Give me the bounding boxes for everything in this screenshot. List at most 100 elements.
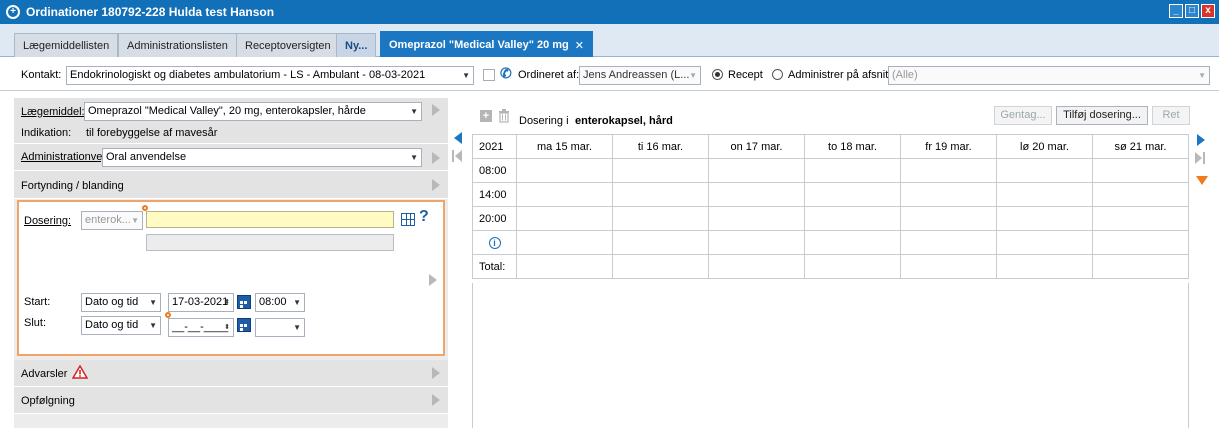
end-type-select[interactable]: Dato og tid ▼ <box>81 316 161 335</box>
repeat-button[interactable]: Gentag... <box>994 106 1052 125</box>
help-icon[interactable]: ? <box>419 208 429 226</box>
administer-select[interactable]: (Alle) ▼ <box>888 66 1210 85</box>
day-header: ti 16 mar. <box>612 134 709 159</box>
tab-close-icon[interactable]: ✕ <box>575 39 584 52</box>
dosage-input[interactable] <box>146 211 394 228</box>
expand-arrow-icon[interactable] <box>432 367 440 379</box>
dilution-section[interactable]: Fortynding / blanding <box>14 171 448 199</box>
expand-arrow-icon[interactable] <box>432 104 440 116</box>
next-week-icon[interactable] <box>1197 134 1205 146</box>
dose-cell[interactable] <box>708 206 805 231</box>
dose-cell[interactable] <box>612 182 709 207</box>
tab-receptoversigten[interactable]: Receptoversigten <box>236 33 340 57</box>
dose-cell[interactable] <box>996 182 1093 207</box>
dose-cell[interactable] <box>516 182 613 207</box>
total-cell <box>1092 254 1189 279</box>
stepper-icon[interactable]: ⬍ <box>224 319 230 336</box>
start-date-input[interactable]: 17-03-2021 ⬍ <box>168 293 234 312</box>
dosage-schedule-table: 2021 ma 15 mar. ti 16 mar. on 17 mar. to… <box>472 134 1189 279</box>
dose-cell[interactable] <box>804 158 901 183</box>
scroll-down-icon[interactable] <box>1196 176 1208 185</box>
dose-cell[interactable] <box>996 158 1093 183</box>
tab-new[interactable]: Ny... <box>336 33 377 57</box>
maximize-button[interactable]: □ <box>1185 4 1199 18</box>
dose-cell[interactable] <box>996 206 1093 231</box>
ordered-by-checkbox[interactable] <box>483 69 495 81</box>
dose-cell[interactable] <box>516 206 613 231</box>
tab-administrationslisten[interactable]: Administrationslisten <box>118 33 237 57</box>
recept-label: Recept <box>728 69 763 81</box>
indication-label: Indikation: <box>21 127 72 139</box>
dose-cell[interactable] <box>708 182 805 207</box>
tab-laegemiddellisten[interactable]: Lægemiddellisten <box>14 33 119 57</box>
info-icon[interactable]: i <box>488 236 501 249</box>
dose-cell[interactable] <box>1092 182 1189 207</box>
ordered-by-label: Ordineret af: <box>518 69 580 81</box>
dose-cell[interactable] <box>804 206 901 231</box>
chevron-down-icon: ▼ <box>1198 71 1206 80</box>
minimize-button[interactable]: _ <box>1169 4 1183 18</box>
prev-week-icon[interactable] <box>454 132 462 144</box>
time-cell: 14:00 <box>472 182 517 207</box>
total-cell <box>708 254 805 279</box>
calendar-icon[interactable] <box>237 295 251 309</box>
tab-omeprazol[interactable]: Omeprazol "Medical Valley" 20 mg ✕ <box>380 31 593 58</box>
dose-cell[interactable] <box>1092 158 1189 183</box>
contact-select[interactable]: Endokrinologiskt og diabetes ambulatoriu… <box>66 66 474 85</box>
dose-cell[interactable] <box>1092 206 1189 231</box>
add-icon[interactable]: + <box>480 110 492 122</box>
first-week-icon[interactable] <box>455 150 462 162</box>
stepper-icon[interactable]: ⬍ <box>224 294 230 311</box>
dose-cell[interactable] <box>612 158 709 183</box>
end-label: Slut: <box>24 317 47 329</box>
start-type-select[interactable]: Dato og tid ▼ <box>81 293 161 312</box>
window-titlebar: + Ordinationer 180792-228 Hulda test Han… <box>0 0 1219 24</box>
recept-radio[interactable] <box>712 69 723 80</box>
add-dosage-button[interactable]: Tilføj dosering... <box>1056 106 1148 125</box>
contact-value: Endokrinologiskt og diabetes ambulatoriu… <box>70 69 426 81</box>
dose-cell[interactable] <box>708 158 805 183</box>
start-time-select[interactable]: 08:00 ▼ <box>255 293 305 312</box>
window-controls: _ □ x <box>1169 4 1215 18</box>
dosage-unit-select[interactable]: enterok... ▼ <box>81 211 143 230</box>
total-label: Total: <box>472 254 517 279</box>
dose-cell[interactable] <box>900 158 997 183</box>
last-week-icon[interactable] <box>1195 152 1202 164</box>
dosage-grid-icon[interactable] <box>401 213 415 226</box>
total-cell <box>900 254 997 279</box>
total-cell <box>804 254 901 279</box>
dose-cell[interactable] <box>900 206 997 231</box>
close-button[interactable]: x <box>1201 4 1215 18</box>
warnings-section[interactable]: Advarsler <box>14 360 448 387</box>
expand-arrow-icon[interactable] <box>432 152 440 164</box>
info-dose-cell <box>996 230 1093 255</box>
admin-route-select[interactable]: Oral anvendelse ▼ <box>102 148 422 167</box>
calendar-icon[interactable] <box>237 318 251 332</box>
day-header: sø 21 mar. <box>1092 134 1189 159</box>
administer-radio[interactable] <box>772 69 783 80</box>
contact-label: Kontakt: <box>21 69 62 81</box>
dose-cell[interactable] <box>900 182 997 207</box>
followup-section[interactable]: Opfølgning <box>14 387 448 414</box>
info-dose-cell <box>516 230 613 255</box>
edit-button[interactable]: Ret <box>1152 106 1190 125</box>
end-time-select[interactable]: ▼ <box>255 318 305 337</box>
drug-select[interactable]: Omeprazol "Medical Valley", 20 mg, enter… <box>84 102 422 121</box>
trash-icon[interactable] <box>498 109 510 123</box>
last-week-bar-icon <box>1203 152 1205 164</box>
table-left-border <box>472 283 473 428</box>
expand-arrow-icon[interactable] <box>432 394 440 406</box>
day-header: lø 20 mar. <box>996 134 1093 159</box>
dose-cell[interactable] <box>516 158 613 183</box>
info-dose-cell <box>708 230 805 255</box>
expand-arrow-icon[interactable] <box>432 179 440 191</box>
dose-cell[interactable] <box>612 206 709 231</box>
tab-label: Receptoversigten <box>245 39 331 52</box>
ordered-by-select[interactable]: Jens Andreassen (L... ▼ <box>579 66 701 85</box>
administer-label: Administrer på afsnit: <box>788 69 892 81</box>
expand-arrow-icon[interactable] <box>429 274 437 286</box>
end-date-input[interactable]: __-__-____ ⬍ <box>168 318 234 337</box>
dose-cell[interactable] <box>804 182 901 207</box>
day-header: fr 19 mar. <box>900 134 997 159</box>
tab-label: Administrationslisten <box>127 39 228 52</box>
